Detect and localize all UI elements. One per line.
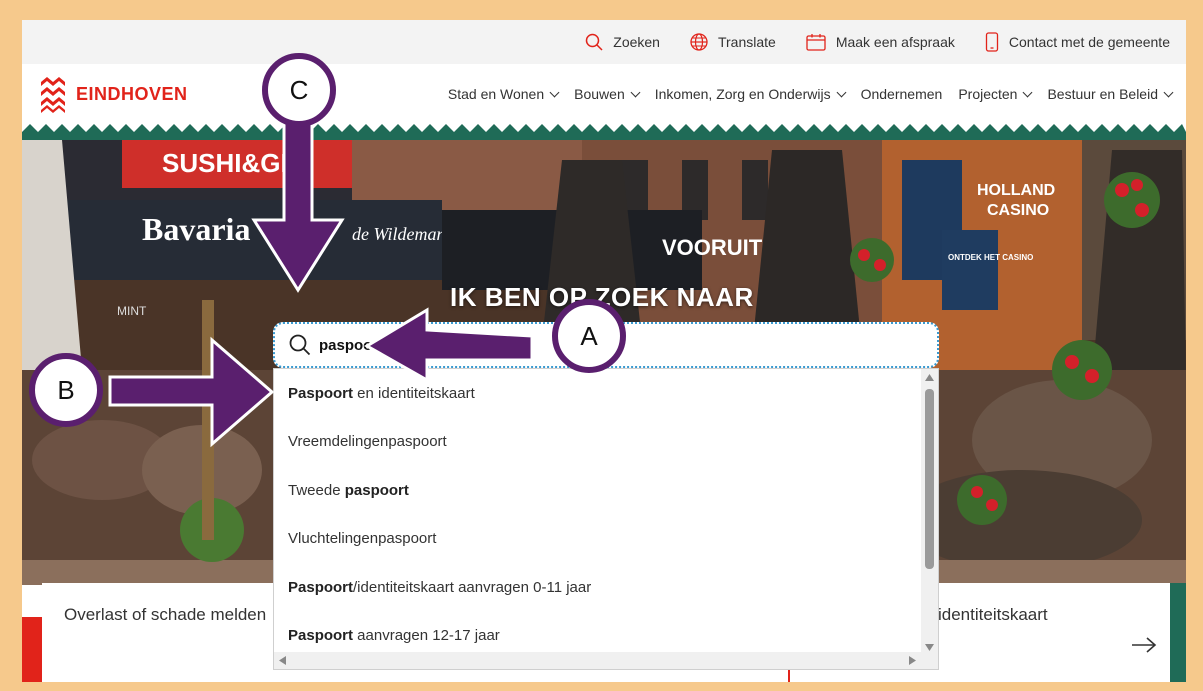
annotation-marker-b: B	[29, 353, 103, 427]
browser-viewport: Zoeken Translate Maak een afspraak Conta…	[22, 20, 1186, 682]
annotation-arrow-a	[364, 307, 534, 383]
annotation-marker-c: C	[262, 53, 336, 127]
annotation-marker-a: A	[552, 299, 626, 373]
annotation-arrow-c	[251, 118, 345, 293]
annotation-arrow-b	[108, 336, 275, 448]
